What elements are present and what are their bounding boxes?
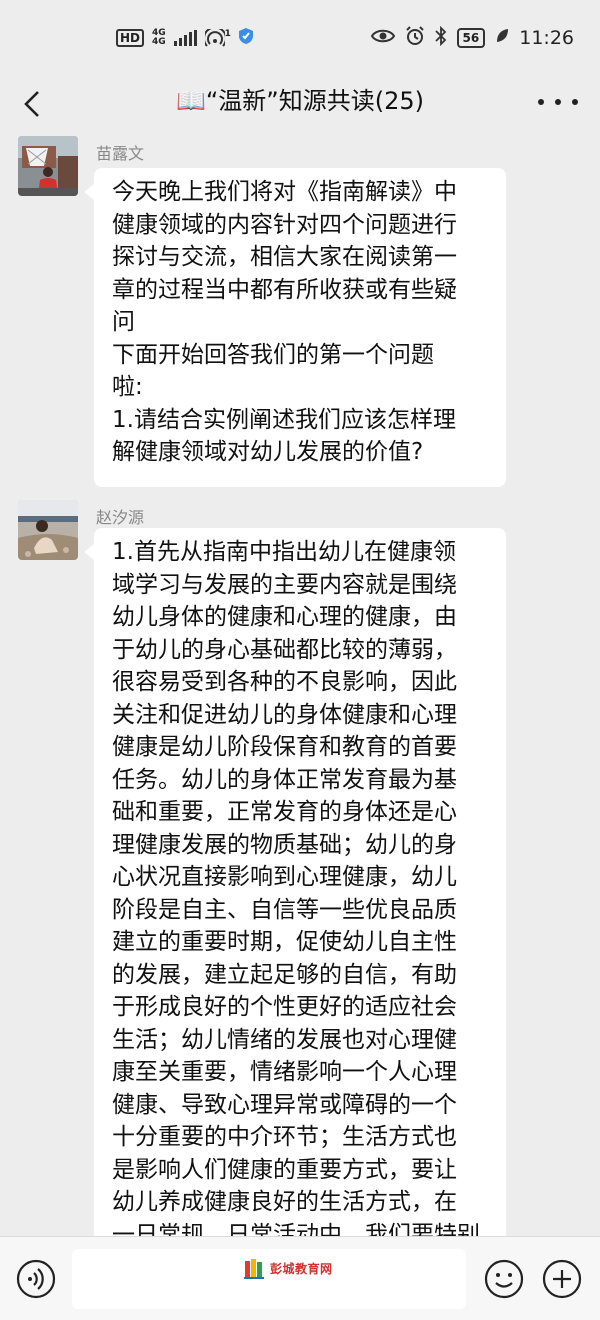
message-bubble[interactable]: 1.首先从指南中指出幼儿在健康领 域学习与发展的主要内容就是围绕 幼儿身体的健康…	[84, 528, 506, 1236]
avatar[interactable]	[18, 500, 78, 560]
eye-icon	[370, 28, 395, 48]
avatar[interactable]	[18, 136, 78, 196]
emoji-icon	[484, 1259, 524, 1299]
shield-icon	[238, 28, 253, 48]
clock: 11:26	[519, 27, 574, 49]
status-right: 56 11:26	[370, 24, 574, 52]
watermark-text: 彭城教育网	[270, 1261, 333, 1276]
status-left: HD 4G 4G 1	[116, 24, 253, 52]
hd-badge: HD	[116, 29, 145, 47]
leaf-icon	[495, 28, 509, 48]
chat-title: 📖“温新”知源共读(25)	[175, 87, 424, 115]
network-type-bottom: 4G	[152, 37, 166, 47]
chevron-left-icon	[24, 91, 39, 117]
back-button[interactable]	[14, 82, 50, 126]
plus-icon	[542, 1259, 582, 1299]
message-bubble[interactable]: 今天晚上我们将对《指南解读》中 健康领域的内容针对四个问题进行 探讨与交流，相信…	[84, 168, 506, 487]
voice-icon	[16, 1259, 56, 1299]
message-list[interactable]: 苗露文 今天晚上我们将对《指南解读》中 健康领域的内容针对四个问题进行 探讨与交…	[0, 132, 600, 1236]
sender-name: 苗露文	[96, 144, 145, 163]
battery-indicator: 56	[456, 28, 486, 48]
emoji-button[interactable]	[484, 1259, 524, 1299]
more-dot	[555, 99, 561, 105]
hotspot-icon: 1	[204, 29, 231, 47]
more-dot	[538, 99, 544, 105]
bluetooth-icon	[434, 25, 447, 50]
books-logo-icon	[244, 1259, 264, 1279]
chat-screen: HD 4G 4G 1 56 11:26 📖“温新”知源共读(25) 苗露文 今天…	[0, 0, 600, 1320]
more-functions-button[interactable]	[542, 1259, 582, 1299]
watermark: 彭城教育网	[244, 1256, 333, 1280]
sender-name: 赵汐源	[96, 508, 145, 527]
status-bar: HD 4G 4G 1 56 11:26	[0, 0, 600, 76]
more-dot	[572, 99, 578, 105]
network-type: 4G 4G	[152, 29, 166, 47]
signal-icon	[173, 30, 197, 46]
voice-button[interactable]	[16, 1259, 56, 1299]
hotspot-count: 1	[224, 29, 231, 39]
alarm-icon	[405, 26, 425, 50]
title-bar: 📖“温新”知源共读(25)	[0, 76, 600, 132]
more-button[interactable]	[538, 90, 578, 114]
